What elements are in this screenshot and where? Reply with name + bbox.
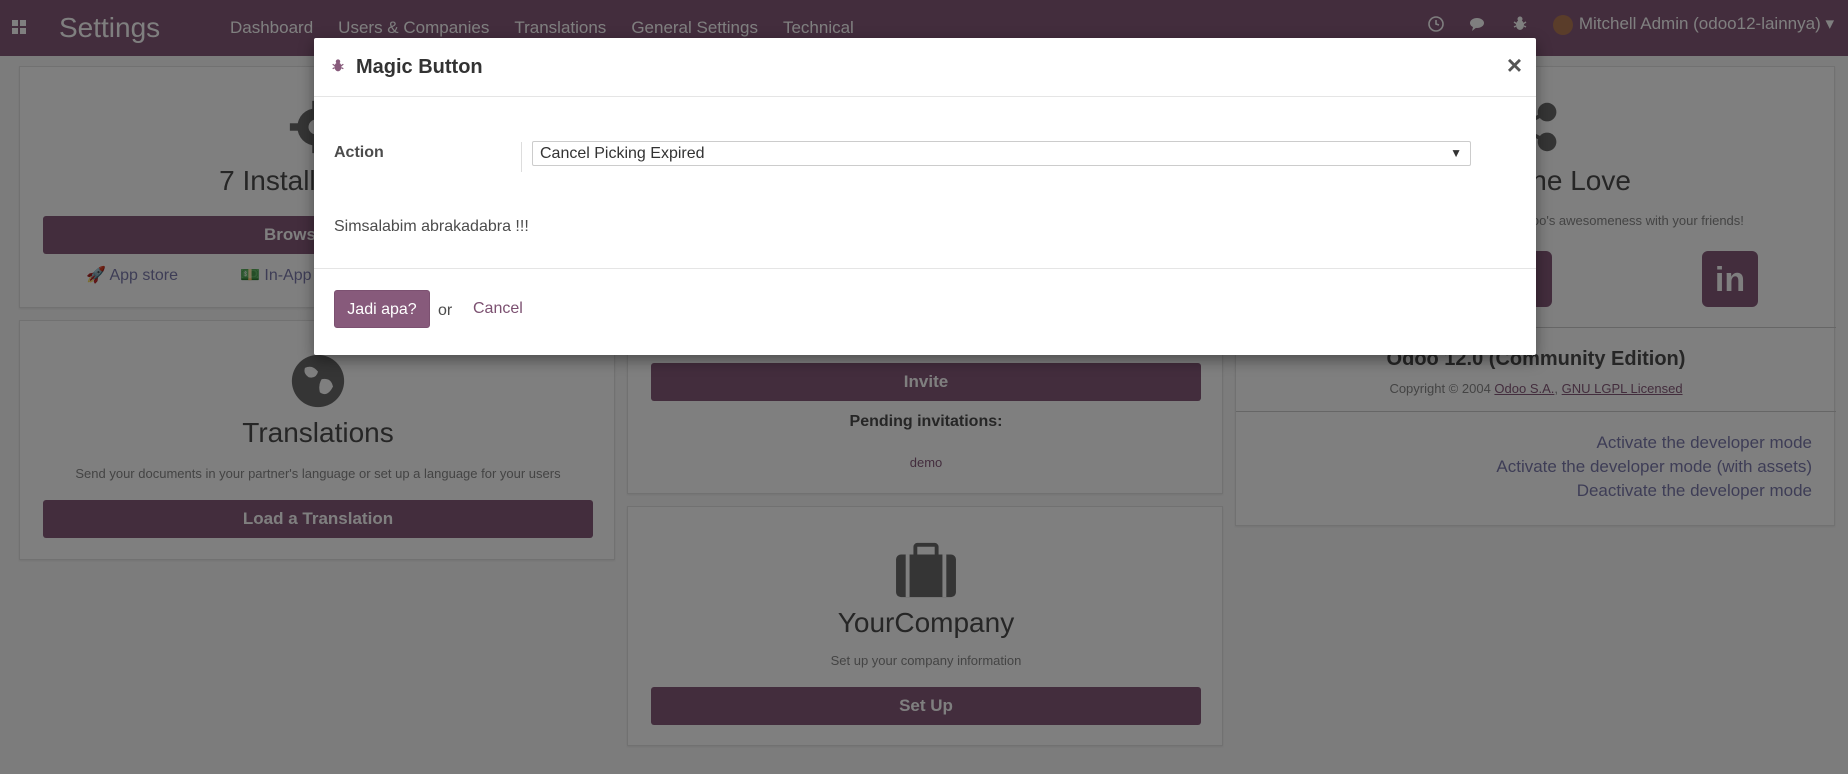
close-icon[interactable]: × xyxy=(1507,50,1522,81)
action-select-value: Cancel Picking Expired xyxy=(540,145,705,162)
modal-title: Magic Button xyxy=(356,56,483,78)
cancel-button[interactable]: Cancel xyxy=(473,300,523,318)
caret-down-icon: ▼ xyxy=(1450,146,1462,160)
magic-button-dialog: Magic Button × Action Cancel Picking Exp… xyxy=(314,38,1536,355)
jadi-apa-button[interactable]: Jadi apa? xyxy=(334,290,430,328)
modal-message: Simsalabim abrakadabra !!! xyxy=(334,218,529,235)
action-select[interactable]: Cancel Picking Expired ▼ xyxy=(532,141,1471,166)
or-text: or xyxy=(438,302,453,319)
modal-footer-divider xyxy=(314,268,1536,269)
field-separator xyxy=(521,142,522,172)
modal-header: Magic Button × xyxy=(314,38,1536,97)
bug-icon xyxy=(332,59,344,72)
action-label: Action xyxy=(334,144,384,161)
